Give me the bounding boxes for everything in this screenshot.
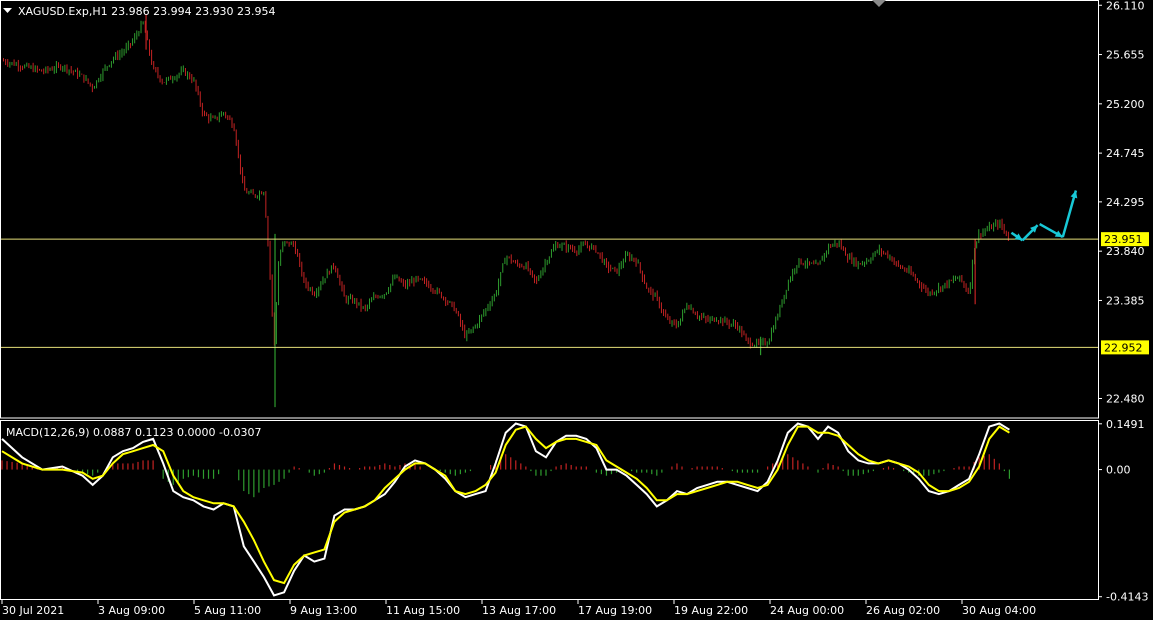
price-tick-label: 25.655 xyxy=(1106,49,1145,62)
time-tick-label: 13 Aug 17:00 xyxy=(482,604,556,617)
macd-header: MACD(12,26,9) 0.0887 0.1123 0.0000 -0.03… xyxy=(6,426,261,439)
price-tick-label: 23.840 xyxy=(1106,245,1145,258)
time-tick-label: 17 Aug 19:00 xyxy=(578,604,652,617)
symbol-header: XAGUSD.Exp,H1 23.986 23.994 23.930 23.95… xyxy=(18,5,276,18)
time-tick-label: 3 Aug 09:00 xyxy=(98,604,165,617)
time-tick-label: 9 Aug 13:00 xyxy=(290,604,357,617)
time-tick-label: 30 Jul 2021 xyxy=(2,604,64,617)
macd-tick-label: 0.00 xyxy=(1106,464,1131,477)
price-tick-label: 24.295 xyxy=(1106,196,1145,209)
chart-canvas: 26.110 25.655 25.200 24.745 24.295 23.840 23.3… xyxy=(0,0,1153,620)
time-tick-label: 24 Aug 00:00 xyxy=(770,604,844,617)
price-tick-label: 25.200 xyxy=(1106,98,1145,111)
time-tick-label: 26 Aug 02:00 xyxy=(866,604,940,617)
time-tick-label: 11 Aug 15:00 xyxy=(386,604,460,617)
chart-background xyxy=(0,0,1153,620)
time-tick-label: 19 Aug 22:00 xyxy=(674,604,748,617)
macd-tick-label: 0.1491 xyxy=(1106,418,1145,431)
price-tick-label: 23.385 xyxy=(1106,294,1145,307)
time-tick-label: 30 Aug 04:00 xyxy=(962,604,1036,617)
price-tick-label: 24.745 xyxy=(1106,147,1145,160)
price-tick-label: 26.110 xyxy=(1106,0,1145,12)
time-tick-label: 5 Aug 11:00 xyxy=(194,604,261,617)
macd-tick-label: -0.4143 xyxy=(1106,591,1148,604)
level-label: 22.952 xyxy=(1104,341,1143,354)
level-label: 23.951 xyxy=(1104,233,1143,246)
price-tick-label: 22.480 xyxy=(1106,393,1145,406)
